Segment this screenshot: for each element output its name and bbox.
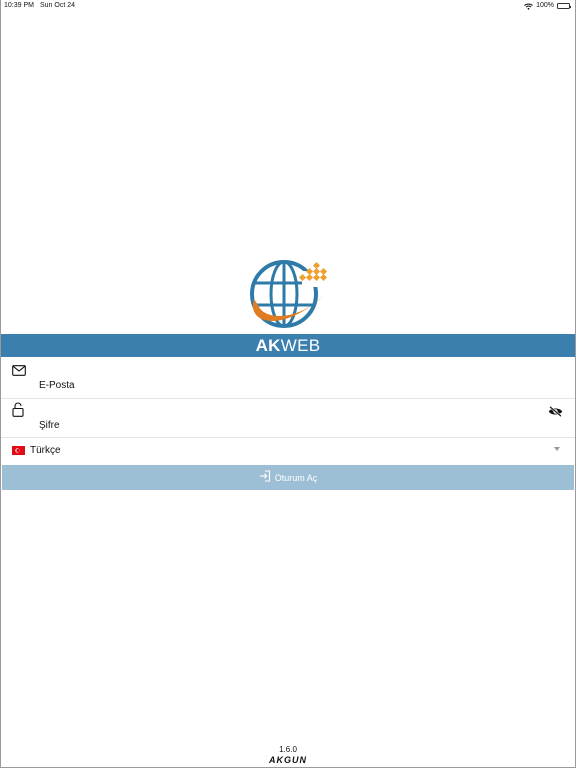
chevron-down-icon	[554, 447, 560, 451]
status-time: 10:39 PM	[4, 2, 34, 9]
password-label: Şifre	[39, 420, 60, 431]
turkey-flag-icon	[12, 446, 25, 455]
wifi-icon	[524, 3, 533, 10]
brand-banner: AKWEB	[1, 334, 575, 357]
email-label: E-Posta	[39, 380, 75, 391]
envelope-icon	[12, 363, 26, 381]
login-button-label: Oturum Aç	[274, 472, 318, 483]
brand-title-rest: WEB	[280, 335, 321, 355]
language-value: Türkçe	[30, 445, 61, 456]
lock-icon	[12, 402, 24, 422]
status-bar: 10:39 PM Sun Oct 24 100%	[0, 0, 576, 12]
brand-title-bold: AK	[255, 335, 281, 355]
battery-icon	[557, 3, 571, 9]
akweb-logo	[244, 255, 332, 333]
company-logo: AKGUN	[269, 755, 307, 765]
password-field[interactable]: Şifre	[1, 399, 575, 437]
app-version: 1.6.0	[279, 745, 297, 754]
sign-in-icon	[259, 469, 271, 487]
brand-title: AKWEB	[256, 336, 321, 356]
status-date: Sun Oct 24	[40, 2, 76, 9]
email-field[interactable]: E-Posta	[1, 358, 575, 398]
language-select[interactable]: Türkçe	[1, 438, 575, 464]
battery-percent: 100%	[536, 2, 554, 9]
login-button[interactable]: Oturum Aç	[2, 465, 574, 490]
eye-off-icon[interactable]	[548, 404, 563, 422]
